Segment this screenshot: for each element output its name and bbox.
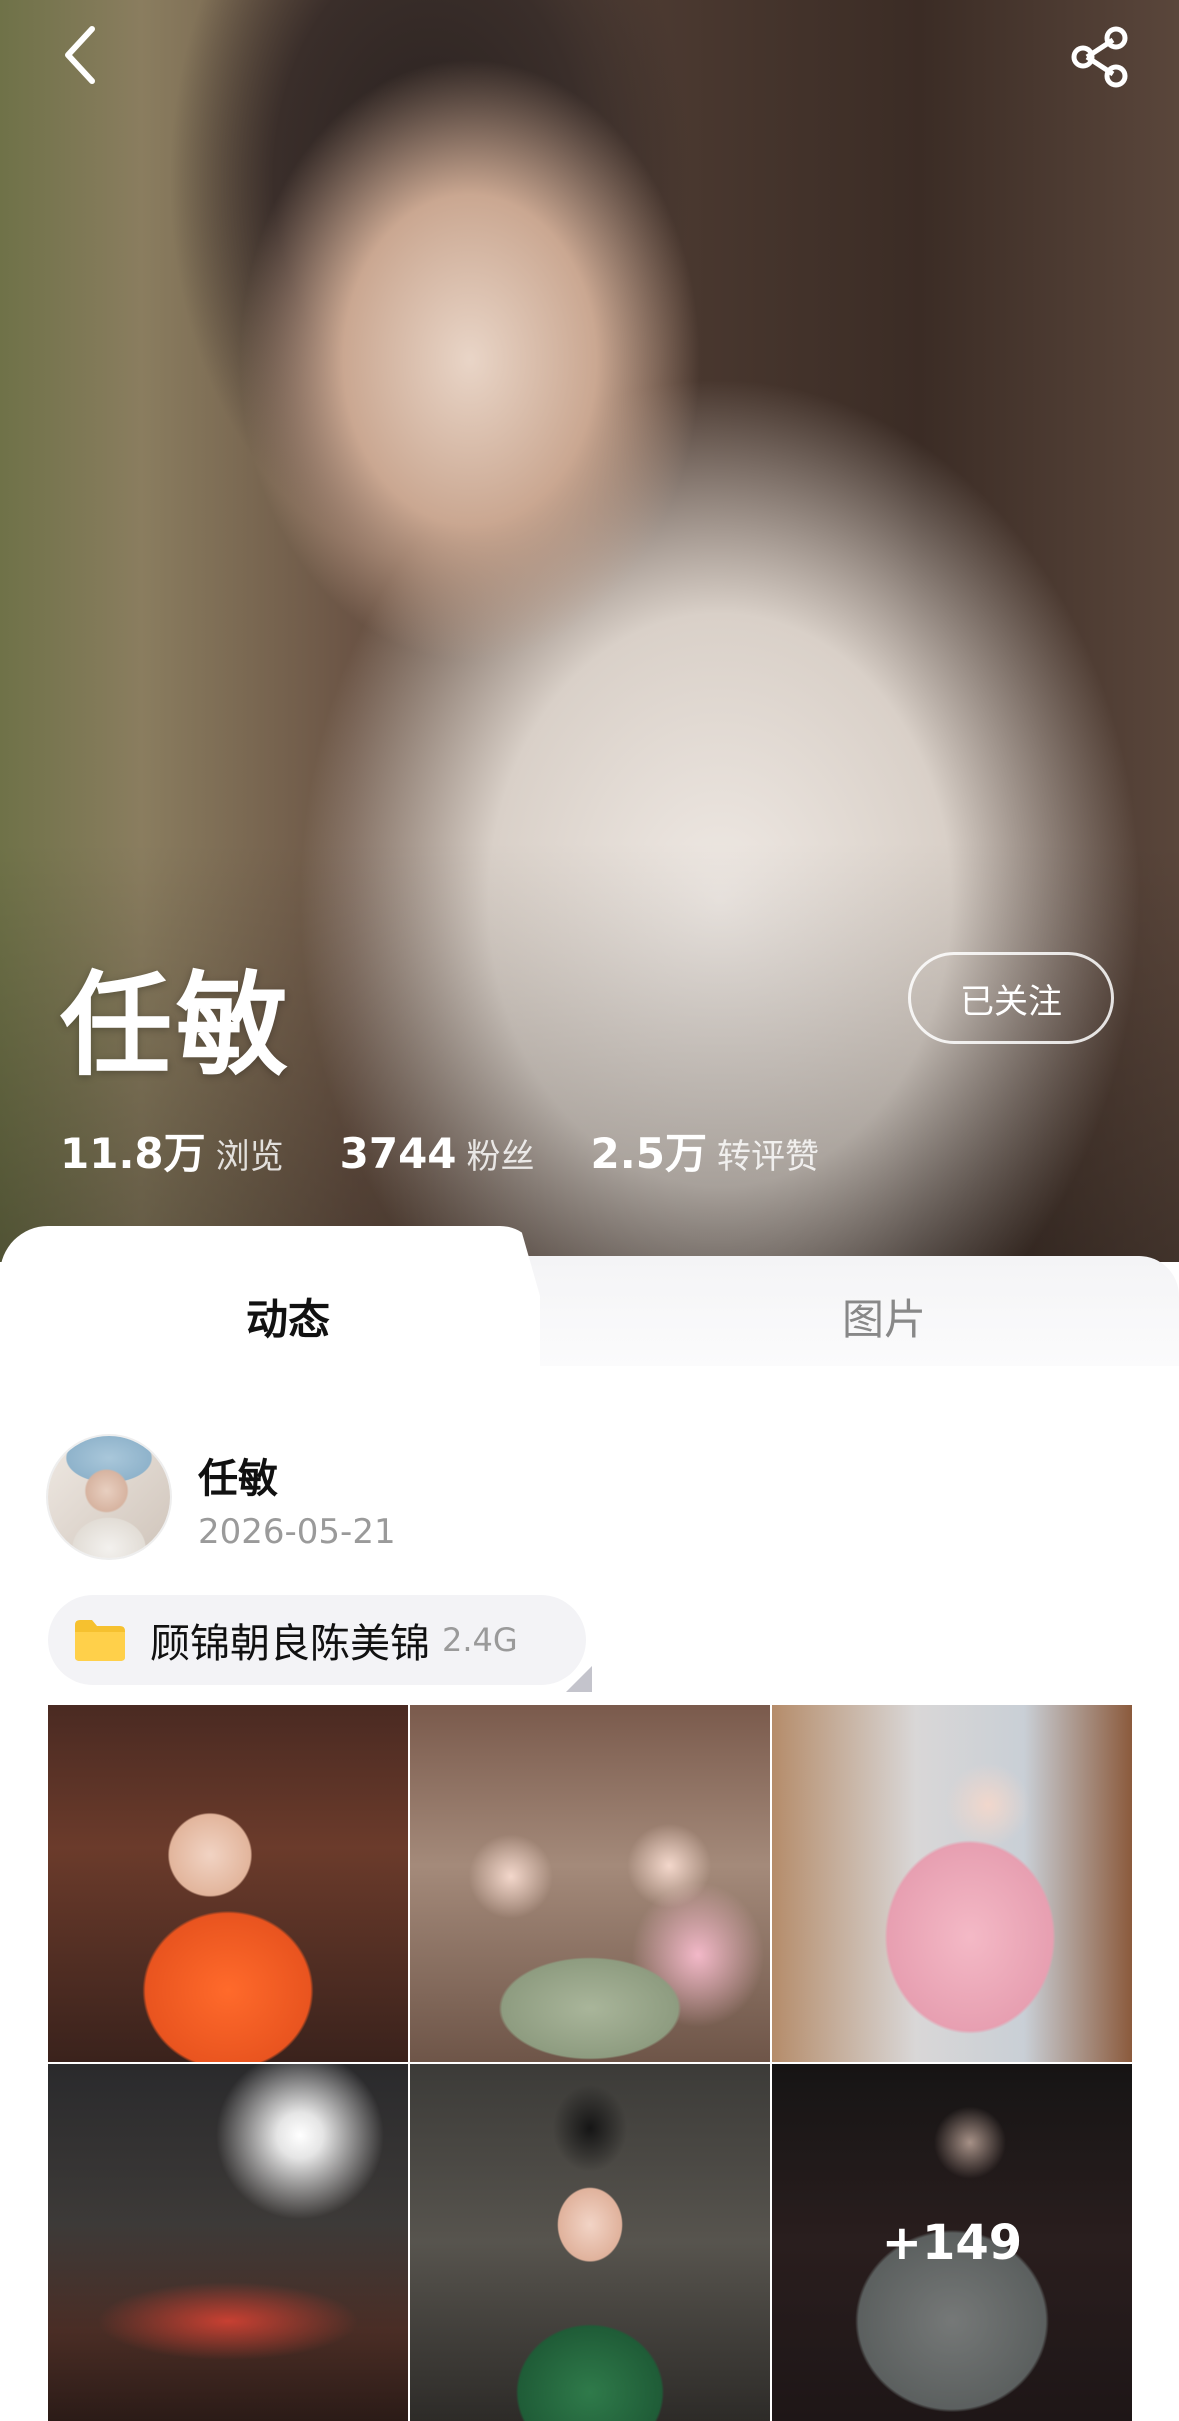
stat-views: 11.8万 浏览 bbox=[60, 1120, 284, 1181]
stat-label: 转评赞 bbox=[716, 1137, 819, 1177]
stat-value: 2.5万 bbox=[590, 1129, 707, 1178]
stat-interactions: 2.5万 转评赞 bbox=[591, 1120, 819, 1181]
folder-size: 2.4G bbox=[442, 1621, 518, 1659]
photo-thumbnail[interactable] bbox=[410, 1705, 770, 2062]
post-date: 2026-05-21 bbox=[198, 1512, 396, 1552]
post-header: 任敏 2026-05-21 bbox=[48, 1436, 1128, 1561]
album-folder-chip[interactable]: 顾锦朝良陈美锦 2.4G bbox=[48, 1595, 586, 1685]
content-tabs: 动态 图片 bbox=[0, 1226, 1179, 1366]
photo-thumbnail[interactable] bbox=[48, 1705, 408, 2062]
profile-cover-photo: 任敏 已关注 11.8万 浏览 3744 粉丝 2.5万 转评赞 bbox=[0, 0, 1179, 1262]
chip-corner-mark bbox=[566, 1666, 592, 1692]
photo-grid: +149 bbox=[48, 1705, 1132, 2421]
back-arrow-icon bbox=[65, 26, 95, 84]
stat-label: 浏览 bbox=[215, 1137, 284, 1177]
back-button[interactable] bbox=[50, 22, 110, 88]
share-button[interactable] bbox=[1065, 24, 1135, 90]
stat-value: 3744 bbox=[339, 1129, 457, 1178]
more-photos-count: +149 bbox=[881, 2214, 1023, 2271]
tab-photos[interactable]: 图片 bbox=[842, 1286, 926, 1347]
folder-icon bbox=[72, 1617, 128, 1663]
photo-thumbnail-more[interactable]: +149 bbox=[772, 2064, 1132, 2421]
photo-thumbnail[interactable] bbox=[410, 2064, 770, 2421]
tab-dynamics[interactable]: 动态 bbox=[246, 1286, 330, 1347]
photo-thumbnail[interactable] bbox=[772, 1705, 1132, 2062]
stat-value: 11.8万 bbox=[60, 1129, 206, 1178]
inactive-tab-background bbox=[470, 1256, 1179, 1366]
following-button[interactable]: 已关注 bbox=[908, 952, 1114, 1044]
more-photos-overlay: +149 bbox=[772, 2064, 1132, 2421]
stat-label: 粉丝 bbox=[466, 1137, 535, 1177]
photo-thumbnail[interactable] bbox=[48, 2064, 408, 2421]
folder-name: 顾锦朝良陈美锦 bbox=[150, 1621, 430, 1667]
avatar[interactable] bbox=[48, 1436, 170, 1558]
share-icon bbox=[1071, 26, 1128, 88]
stat-fans[interactable]: 3744 粉丝 bbox=[340, 1129, 535, 1178]
profile-stats: 11.8万 浏览 3744 粉丝 2.5万 转评赞 bbox=[60, 1120, 875, 1181]
post-author[interactable]: 任敏 bbox=[198, 1446, 278, 1504]
profile-name: 任敏 bbox=[60, 961, 292, 1091]
